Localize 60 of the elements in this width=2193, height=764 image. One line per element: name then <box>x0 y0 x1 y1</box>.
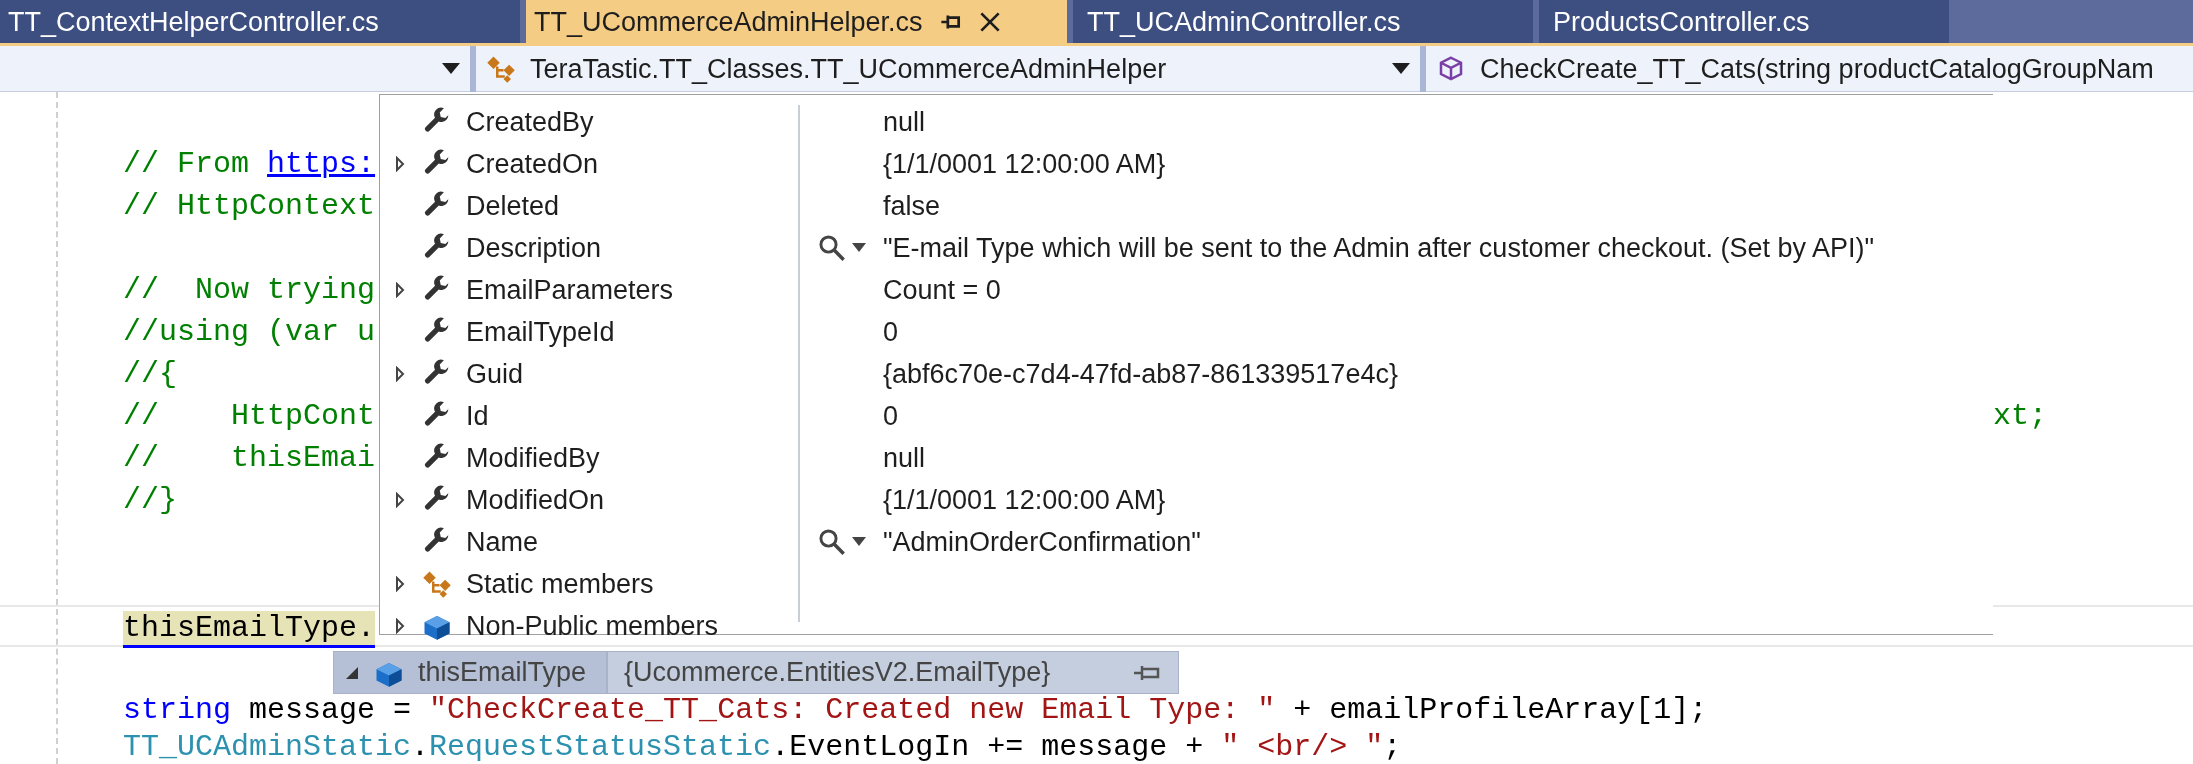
property-name: ModifiedBy <box>466 441 600 475</box>
property-name: ModifiedOn <box>466 483 605 517</box>
code-comment: //using (var u <box>123 315 376 349</box>
property-value: "AdminOrderConfirmation" <box>883 525 1201 559</box>
code-keyword: string <box>123 693 232 727</box>
caret-icon <box>442 63 460 75</box>
dropdown[interactable]: CheckCreate_TT_Cats(string productCatalogGroupNam <box>1426 46 2193 92</box>
file-tab[interactable]: TT_UCommerceAdminHelper.cs <box>526 0 1067 43</box>
code-comment: // HttpCont <box>123 399 376 433</box>
property-value: {1/1/0001 12:00:00 AM} <box>883 147 1166 181</box>
type-name: TT_UCAdminStatic <box>123 730 412 764</box>
property-value: null <box>883 441 926 475</box>
caret-icon <box>852 537 866 547</box>
code-text: .EventLogIn += message + <box>771 730 1205 764</box>
code-comment: //} <box>123 483 177 517</box>
code-comment: // From <box>123 147 251 181</box>
property-name: CreatedOn <box>466 147 599 181</box>
property-value: {abf6c70e-c7d4-47fd-ab87-861339517e4c} <box>883 357 1398 391</box>
code-text: message = <box>248 693 413 727</box>
property-name: EmailParameters <box>466 273 674 307</box>
property-name: Deleted <box>466 189 560 223</box>
magnifier-icon <box>818 528 846 556</box>
code-comment: xt; <box>1993 398 2047 435</box>
hierarchy-icon <box>422 569 452 599</box>
property-name: Static members <box>466 567 654 601</box>
code-comment: // HttpContext <box>123 189 376 223</box>
property-value: "E-mail Type which will be sent to the Admin after customer checkout. (Set by API)" <box>883 231 1875 265</box>
property-value: 0 <box>883 315 899 349</box>
caret-icon <box>852 243 866 253</box>
file-tab[interactable]: TT_UCAdminController.cs <box>1073 0 1533 43</box>
property-name: EmailTypeId <box>466 315 615 349</box>
link[interactable]: https: <box>267 147 376 181</box>
string-literal: " <br/> " <box>1221 730 1384 764</box>
variable-name: thisEmailType <box>418 656 587 690</box>
code-text: ; <box>1383 730 1402 764</box>
code-comment: //{ <box>123 357 177 391</box>
hierarchy-icon <box>486 54 516 84</box>
property-value: Count = 0 <box>883 273 1001 307</box>
property-value: false <box>883 189 941 223</box>
magnifier-icon <box>818 234 846 262</box>
property-name: CreatedBy <box>466 105 594 139</box>
code-comment: // thisEmai <box>123 441 376 475</box>
property-value: 0 <box>883 399 899 433</box>
property-name: Id <box>466 399 489 433</box>
code-text: + emailProfileArray[1]; <box>1292 693 1708 727</box>
file-tab[interactable]: TT_ContextHelperController.cs <box>0 0 520 43</box>
type-name: RequestStatusStatic <box>429 730 772 764</box>
code-comment: // Now trying <box>123 273 376 307</box>
caret-icon <box>1392 63 1410 75</box>
property-name: Name <box>466 525 539 559</box>
variable-value: {Ucommerce.EntitiesV2.EmailType} <box>624 656 1051 690</box>
property-value: null <box>883 105 926 139</box>
code-text: . <box>411 730 430 764</box>
property-name: Non-Public members <box>466 609 719 643</box>
selected-expression: thisEmailType. <box>123 611 376 648</box>
property-value: {1/1/0001 12:00:00 AM} <box>883 483 1166 517</box>
file-tab[interactable]: ProductsController.cs <box>1539 0 1949 43</box>
string-literal: "CheckCreate_TT_Cats: Created new Email Type: " <box>429 693 1276 727</box>
property-name: Description <box>466 231 602 265</box>
property-name: Guid <box>466 357 524 391</box>
